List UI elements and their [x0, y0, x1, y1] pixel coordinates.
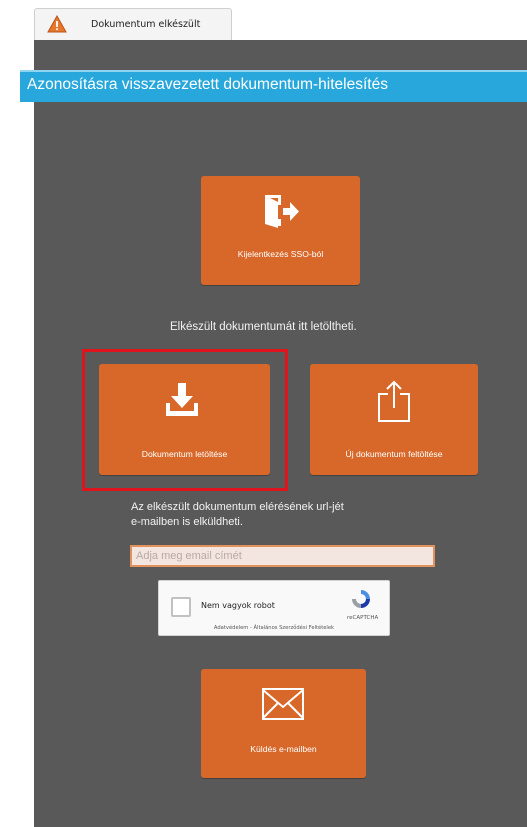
send-email-label: Küldés e-mailben: [250, 744, 317, 754]
page-title: Azonosításra visszavezetett dokumentum-h…: [27, 76, 388, 93]
recaptcha-brand: reCAPTCHA: [347, 615, 379, 621]
tab-label: Dokumentum elkészült: [91, 19, 201, 30]
download-info-text: Elkészült dokumentumát itt letöltheti.: [170, 321, 357, 333]
logout-sso-label: Kijelentkezés SSO-ból: [237, 249, 324, 259]
email-input[interactable]: [130, 545, 435, 567]
recaptcha-terms-link[interactable]: Adatvédelem - Általános Szerződési Felté…: [159, 625, 389, 631]
email-info-line-2: e-mailben is elküldheti.: [131, 516, 243, 528]
tab-document-ready[interactable]: Dokumentum elkészült: [34, 8, 232, 40]
logout-door-icon: [265, 195, 299, 228]
recaptcha-checkbox[interactable]: [171, 597, 191, 617]
warning-icon: [47, 15, 67, 33]
send-email-button[interactable]: Küldés e-mailben: [201, 669, 366, 778]
highlight-frame: [82, 349, 288, 491]
logout-sso-button[interactable]: Kijelentkezés SSO-ból: [201, 176, 360, 285]
upload-new-document-button[interactable]: Új dokumentum feltöltése: [310, 364, 478, 475]
envelope-icon: [262, 688, 304, 720]
upload-icon: [378, 380, 410, 422]
upload-new-document-label: Új dokumentum feltöltése: [345, 449, 443, 459]
header-bar: Azonosításra visszavezetett dokumentum-h…: [20, 70, 527, 102]
recaptcha-label: Nem vagyok robot: [201, 601, 275, 610]
recaptcha-logo-icon: [352, 590, 370, 608]
recaptcha-widget: Nem vagyok robot reCAPTCHA Adatvédelem -…: [158, 580, 390, 636]
email-info-line-1: Az elkészült dokumentum elérésének url-j…: [131, 501, 344, 513]
